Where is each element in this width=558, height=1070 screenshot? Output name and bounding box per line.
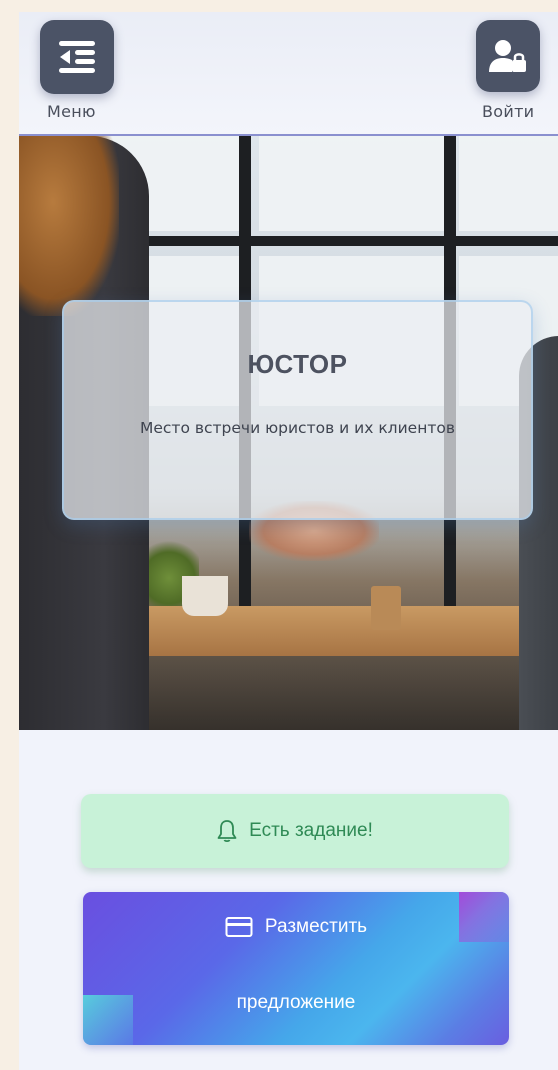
- login-label[interactable]: Войти: [482, 102, 534, 121]
- app-window: Меню Войти ЮСТОР Место встречи юристов и…: [19, 12, 558, 1070]
- hero-banner: ЮСТОР Место встречи юристов и их клиенто…: [19, 136, 558, 730]
- cup: [182, 576, 228, 616]
- credit-card-icon: [225, 916, 253, 938]
- bell-icon: [217, 819, 237, 843]
- task-button-label: Есть задание!: [249, 820, 373, 841]
- site-tagline: Место встречи юристов и их клиентов: [140, 419, 455, 437]
- offer-button-label-line2: предложение: [236, 992, 356, 1013]
- task-button[interactable]: Есть задание!: [81, 794, 509, 868]
- login-button[interactable]: [476, 20, 540, 92]
- offer-button[interactable]: Разместить предложение: [83, 892, 509, 1045]
- offer-button-label-line1: Разместить: [264, 916, 368, 937]
- user-lock-icon: [488, 39, 528, 73]
- window-frame: [79, 236, 558, 246]
- window-pane: [259, 136, 444, 231]
- site-title: ЮСТОР: [247, 349, 348, 379]
- menu-label[interactable]: Меню: [47, 102, 96, 121]
- menu-button[interactable]: [40, 20, 114, 94]
- window-pane: [459, 136, 558, 231]
- person-hair: [19, 136, 119, 316]
- offer-button-row: Разместить: [83, 916, 509, 938]
- cup: [371, 586, 401, 630]
- menu-collapse-icon: [57, 39, 97, 75]
- header: Меню Войти: [19, 12, 558, 136]
- hero-card: ЮСТОР Место встречи юристов и их клиенто…: [62, 300, 533, 520]
